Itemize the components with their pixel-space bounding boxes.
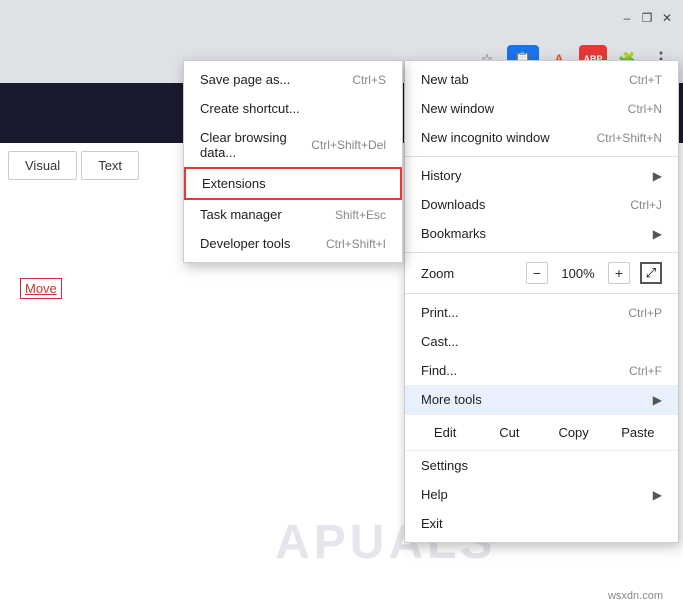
- menu-more-tools-label: More tools: [421, 392, 482, 407]
- menu-help-label: Help: [421, 487, 448, 502]
- bookmarks-arrow: ▶: [653, 227, 662, 241]
- close-button[interactable]: ✕: [659, 10, 675, 26]
- copy-btn[interactable]: Copy: [542, 420, 606, 445]
- menu-exit[interactable]: Exit: [405, 509, 678, 538]
- menu-exit-label: Exit: [421, 516, 443, 531]
- submenu-create-shortcut[interactable]: Create shortcut...: [184, 94, 402, 123]
- help-arrow: ▶: [653, 488, 662, 502]
- menu-bookmarks-label: Bookmarks: [421, 226, 486, 241]
- extensions-label: Extensions: [202, 176, 266, 191]
- menu-help[interactable]: Help ▶: [405, 480, 678, 509]
- zoom-fullscreen-btn[interactable]: ⤢: [640, 262, 662, 284]
- submenu-task-manager[interactable]: Task manager Shift+Esc: [184, 200, 402, 229]
- menu-edit-row: Edit Cut Copy Paste: [405, 414, 678, 451]
- menu-find-label: Find...: [421, 363, 457, 378]
- zoom-controls: − 100% + ⤢: [526, 262, 662, 284]
- edit-btn[interactable]: Edit: [413, 420, 477, 445]
- task-manager-label: Task manager: [200, 207, 282, 222]
- zoom-value: 100%: [558, 266, 598, 281]
- menu-new-tab[interactable]: New tab Ctrl+T: [405, 65, 678, 94]
- create-shortcut-label: Create shortcut...: [200, 101, 300, 116]
- more-tools-submenu: Save page as... Ctrl+S Create shortcut..…: [183, 60, 403, 263]
- submenu-extensions[interactable]: Extensions: [184, 167, 402, 200]
- submenu-clear-data[interactable]: Clear browsing data... Ctrl+Shift+Del: [184, 123, 402, 167]
- menu-incognito-shortcut: Ctrl+Shift+N: [597, 131, 662, 145]
- menu-new-tab-shortcut: Ctrl+T: [629, 73, 662, 87]
- menu-settings[interactable]: Settings: [405, 451, 678, 480]
- menu-divider-2: [405, 252, 678, 253]
- menu-print-label: Print...: [421, 305, 459, 320]
- submenu-save-page[interactable]: Save page as... Ctrl+S: [184, 65, 402, 94]
- cut-btn[interactable]: Cut: [477, 420, 541, 445]
- menu-new-tab-label: New tab: [421, 72, 469, 87]
- submenu-developer-tools[interactable]: Developer tools Ctrl+Shift+I: [184, 229, 402, 258]
- menu-downloads-label: Downloads: [421, 197, 485, 212]
- menu-history-label: History: [421, 168, 461, 183]
- menu-history[interactable]: History ▶: [405, 161, 678, 190]
- zoom-label: Zoom: [421, 266, 454, 281]
- menu-incognito-label: New incognito window: [421, 130, 550, 145]
- menu-find-shortcut: Ctrl+F: [629, 364, 662, 378]
- menu-downloads[interactable]: Downloads Ctrl+J: [405, 190, 678, 219]
- menu-print-shortcut: Ctrl+P: [628, 306, 662, 320]
- move-link[interactable]: Move: [20, 278, 62, 299]
- menu-bookmarks[interactable]: Bookmarks ▶: [405, 219, 678, 248]
- menu-downloads-shortcut: Ctrl+J: [630, 198, 662, 212]
- menu-divider-3: [405, 293, 678, 294]
- wsxdn-watermark: wsxdn.com: [608, 590, 663, 602]
- zoom-plus-btn[interactable]: +: [608, 262, 630, 284]
- menu-incognito[interactable]: New incognito window Ctrl+Shift+N: [405, 123, 678, 152]
- menu-more-tools[interactable]: More tools ▶: [405, 385, 678, 414]
- more-tools-arrow: ▶: [653, 393, 662, 407]
- browser-window: – ❐ ✕ ☆ 📋 COP A ABP 🧩 ⋮ Visual Text: [0, 0, 683, 610]
- paste-btn[interactable]: Paste: [606, 420, 670, 445]
- menu-new-window-shortcut: Ctrl+N: [628, 102, 662, 116]
- task-manager-shortcut: Shift+Esc: [335, 208, 386, 222]
- window-controls: – ❐ ✕: [619, 10, 675, 26]
- save-page-label: Save page as...: [200, 72, 290, 87]
- title-bar: – ❐ ✕: [0, 0, 683, 35]
- menu-new-window-label: New window: [421, 101, 494, 116]
- chrome-context-menu: New tab Ctrl+T New window Ctrl+N New inc…: [404, 60, 679, 543]
- clear-data-label: Clear browsing data...: [200, 130, 311, 160]
- clear-data-shortcut: Ctrl+Shift+Del: [311, 138, 386, 152]
- save-page-shortcut: Ctrl+S: [352, 73, 386, 87]
- menu-settings-label: Settings: [421, 458, 468, 473]
- menu-find[interactable]: Find... Ctrl+F: [405, 356, 678, 385]
- tab-text[interactable]: Text: [81, 151, 139, 180]
- menu-print[interactable]: Print... Ctrl+P: [405, 298, 678, 327]
- zoom-minus-btn[interactable]: −: [526, 262, 548, 284]
- minimize-button[interactable]: –: [619, 10, 635, 26]
- developer-tools-label: Developer tools: [200, 236, 290, 251]
- menu-zoom-row: Zoom − 100% + ⤢: [405, 257, 678, 289]
- menu-cast-label: Cast...: [421, 334, 459, 349]
- developer-tools-shortcut: Ctrl+Shift+I: [326, 237, 386, 251]
- restore-button[interactable]: ❐: [639, 10, 655, 26]
- menu-new-window[interactable]: New window Ctrl+N: [405, 94, 678, 123]
- menu-divider-1: [405, 156, 678, 157]
- history-arrow: ▶: [653, 169, 662, 183]
- tab-visual[interactable]: Visual: [8, 151, 77, 180]
- menu-cast[interactable]: Cast...: [405, 327, 678, 356]
